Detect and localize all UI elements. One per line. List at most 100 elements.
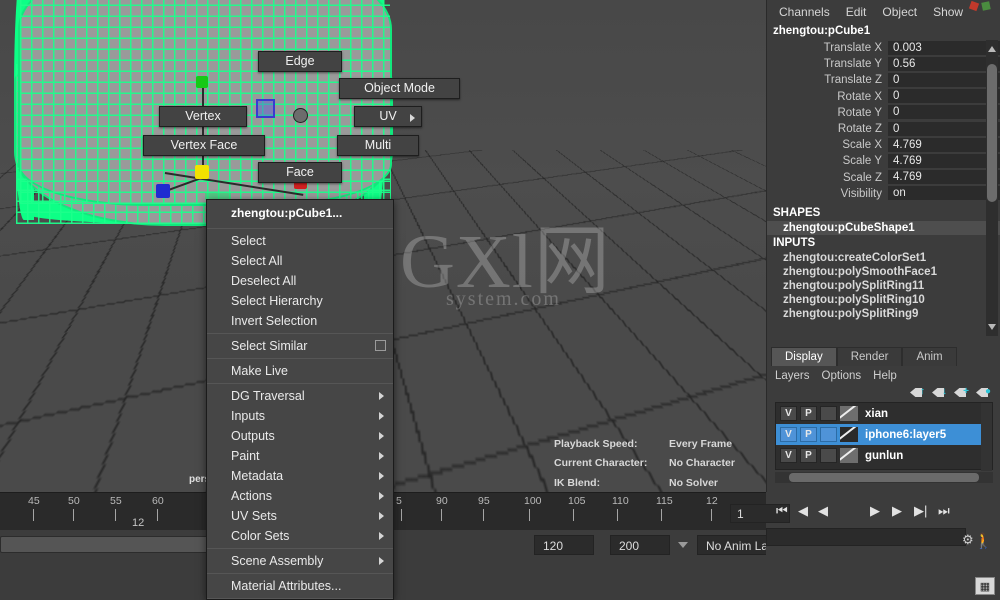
channel-row[interactable]: Translate X0.003 xyxy=(767,40,1000,56)
layer-visibility-toggle[interactable]: V xyxy=(780,406,797,421)
layer-list-hscrollbar[interactable] xyxy=(775,472,993,483)
range-slider-icon[interactable]: ▦ xyxy=(975,577,995,595)
layer-shading-toggle[interactable] xyxy=(820,427,837,442)
marking-menu-vertex[interactable]: Vertex xyxy=(159,106,247,127)
layer-color-swatch[interactable] xyxy=(840,406,858,421)
channel-row[interactable]: Scale X4.769 xyxy=(767,137,1000,153)
layer-row[interactable]: VPxian xyxy=(776,403,992,424)
options-menu[interactable]: Options xyxy=(822,370,862,382)
layer-prev-icon[interactable]: ↑ xyxy=(910,386,925,399)
channel-row[interactable]: Rotate Y0 xyxy=(767,105,1000,121)
channels-menu[interactable]: Channels xyxy=(779,5,830,19)
character-icon[interactable]: 🚶 xyxy=(974,532,993,550)
range-start-field[interactable]: 120 xyxy=(534,535,594,555)
channel-value[interactable]: 0 xyxy=(888,73,1000,88)
help-menu[interactable]: Help xyxy=(873,370,897,382)
menu-item-scene-assembly[interactable]: Scene Assembly xyxy=(207,551,393,571)
play-forwards-icon[interactable]: ▶ xyxy=(870,502,880,520)
layer-list[interactable]: VPxianVPiphone6:layer5VPgunlun xyxy=(775,402,993,470)
menu-item-select-hierarchy[interactable]: Select Hierarchy xyxy=(207,291,393,311)
channel-row[interactable]: Scale Y4.769 xyxy=(767,153,1000,169)
playback-range-field[interactable] xyxy=(766,528,966,546)
layer-playback-toggle[interactable]: P xyxy=(800,406,817,421)
marking-menu-face[interactable]: Face xyxy=(258,162,342,183)
menu-item-actions[interactable]: Actions xyxy=(207,486,393,506)
channel-value[interactable]: 4.769 xyxy=(888,138,1000,153)
layer-row[interactable]: VPiphone6:layer5 xyxy=(776,424,992,445)
range-end-field[interactable]: 200 xyxy=(610,535,670,555)
layer-color-swatch[interactable] xyxy=(840,448,858,463)
layer-toolbar[interactable]: ↑ ↓ + ● xyxy=(767,384,1000,402)
menu-item-inputs[interactable]: Inputs xyxy=(207,406,393,426)
chevron-down-icon[interactable] xyxy=(678,542,688,548)
menu-item-outputs[interactable]: Outputs xyxy=(207,426,393,446)
channel-row[interactable]: Translate Z0 xyxy=(767,72,1000,88)
channel-value[interactable]: 0.56 xyxy=(888,57,1000,72)
channel-value[interactable]: 4.769 xyxy=(888,170,1000,185)
marking-menu-vertex-face[interactable]: Vertex Face xyxy=(143,135,265,156)
layer-editor-tabs[interactable]: Display Render Anim xyxy=(767,347,1000,366)
layer-row[interactable]: VPgunlun xyxy=(776,445,992,466)
gizmo-axis-y[interactable] xyxy=(202,84,204,172)
layer-next-icon[interactable]: ↓ xyxy=(932,386,947,399)
option-box-icon[interactable] xyxy=(375,340,386,351)
scroll-down-icon[interactable] xyxy=(988,324,996,330)
go-to-next-key-icon[interactable]: ▶| xyxy=(914,502,927,520)
context-menu[interactable]: zhengtou:pCube1... SelectSelect AllDesel… xyxy=(206,199,394,600)
input-node-item[interactable]: zhengtou:polySmoothFace1 xyxy=(767,265,1000,279)
menu-item-color-sets[interactable]: Color Sets xyxy=(207,526,393,546)
step-back-icon[interactable]: ◀ xyxy=(798,502,808,520)
layer-shading-toggle[interactable] xyxy=(820,448,837,463)
menu-item-make-live[interactable]: Make Live xyxy=(207,361,393,381)
menu-item-select[interactable]: Select xyxy=(207,231,393,251)
animation-preferences-icon[interactable]: ⚙ xyxy=(962,532,974,548)
play-backwards-icon[interactable]: ◀ xyxy=(818,502,828,520)
layers-menu[interactable]: Layers xyxy=(775,370,810,382)
channel-box-menubar[interactable]: Channels Edit Object Show xyxy=(767,0,1000,23)
edit-menu[interactable]: Edit xyxy=(846,5,867,19)
marking-menu-edge[interactable]: Edge xyxy=(258,51,342,72)
channel-row[interactable]: Visibilityon xyxy=(767,186,1000,202)
marking-menu-object-mode[interactable]: Object Mode xyxy=(339,78,460,99)
layer-playback-toggle[interactable]: P xyxy=(800,448,817,463)
layer-editor-menubar[interactable]: Layers Options Help xyxy=(767,366,1000,384)
layer-new-icon[interactable]: + xyxy=(954,386,969,399)
scroll-up-icon[interactable] xyxy=(988,46,996,52)
menu-item-paint[interactable]: Paint xyxy=(207,446,393,466)
gizmo-handle-z[interactable] xyxy=(156,184,170,198)
layer-visibility-toggle[interactable]: V xyxy=(780,427,797,442)
object-menu[interactable]: Object xyxy=(882,5,917,19)
layer-shading-toggle[interactable] xyxy=(820,406,837,421)
go-to-start-icon[interactable]: ⏮ xyxy=(776,502,788,520)
layer-list-vscrollbar[interactable] xyxy=(981,403,992,471)
channel-value[interactable]: 0 xyxy=(888,89,1000,104)
menu-item-metadata[interactable]: Metadata xyxy=(207,466,393,486)
input-node-item[interactable]: zhengtou:createColorSet1 xyxy=(767,251,1000,265)
menu-item-uv-sets[interactable]: UV Sets xyxy=(207,506,393,526)
menu-item-dg-traversal[interactable]: DG Traversal xyxy=(207,386,393,406)
menu-item-select-similar[interactable]: Select Similar xyxy=(207,336,393,356)
input-node-item[interactable]: zhengtou:polySplitRing9 xyxy=(767,307,1000,321)
input-node-item[interactable]: zhengtou:polySplitRing10 xyxy=(767,293,1000,307)
layer-color-swatch[interactable] xyxy=(840,427,858,442)
channel-value[interactable]: 4.769 xyxy=(888,154,1000,169)
tab-anim[interactable]: Anim xyxy=(902,347,956,366)
layer-playback-toggle[interactable]: P xyxy=(800,427,817,442)
gizmo-cube-icon[interactable] xyxy=(256,99,275,118)
channel-row[interactable]: Rotate Z0 xyxy=(767,121,1000,137)
hscrollbar-thumb[interactable] xyxy=(789,473,979,482)
gizmo-handle-y[interactable] xyxy=(196,76,208,88)
channel-box-scrollbar[interactable] xyxy=(986,40,998,336)
show-menu[interactable]: Show xyxy=(933,5,963,19)
go-to-end-icon[interactable]: ⏭ xyxy=(938,502,950,520)
channel-row[interactable]: Rotate X0 xyxy=(767,89,1000,105)
shape-item[interactable]: zhengtou:pCubeShape1 xyxy=(767,221,1000,235)
marking-menu-multi[interactable]: Multi xyxy=(337,135,419,156)
gizmo-rotate-icon[interactable] xyxy=(293,108,308,123)
gizmo-handle-center[interactable] xyxy=(195,165,209,179)
layer-visibility-toggle[interactable]: V xyxy=(780,448,797,463)
channel-value[interactable]: 0 xyxy=(888,105,1000,120)
step-forward-icon[interactable]: ▶ xyxy=(892,502,902,520)
layer-new-from-selected-icon[interactable]: ● xyxy=(976,386,991,399)
tab-render[interactable]: Render xyxy=(837,347,903,366)
